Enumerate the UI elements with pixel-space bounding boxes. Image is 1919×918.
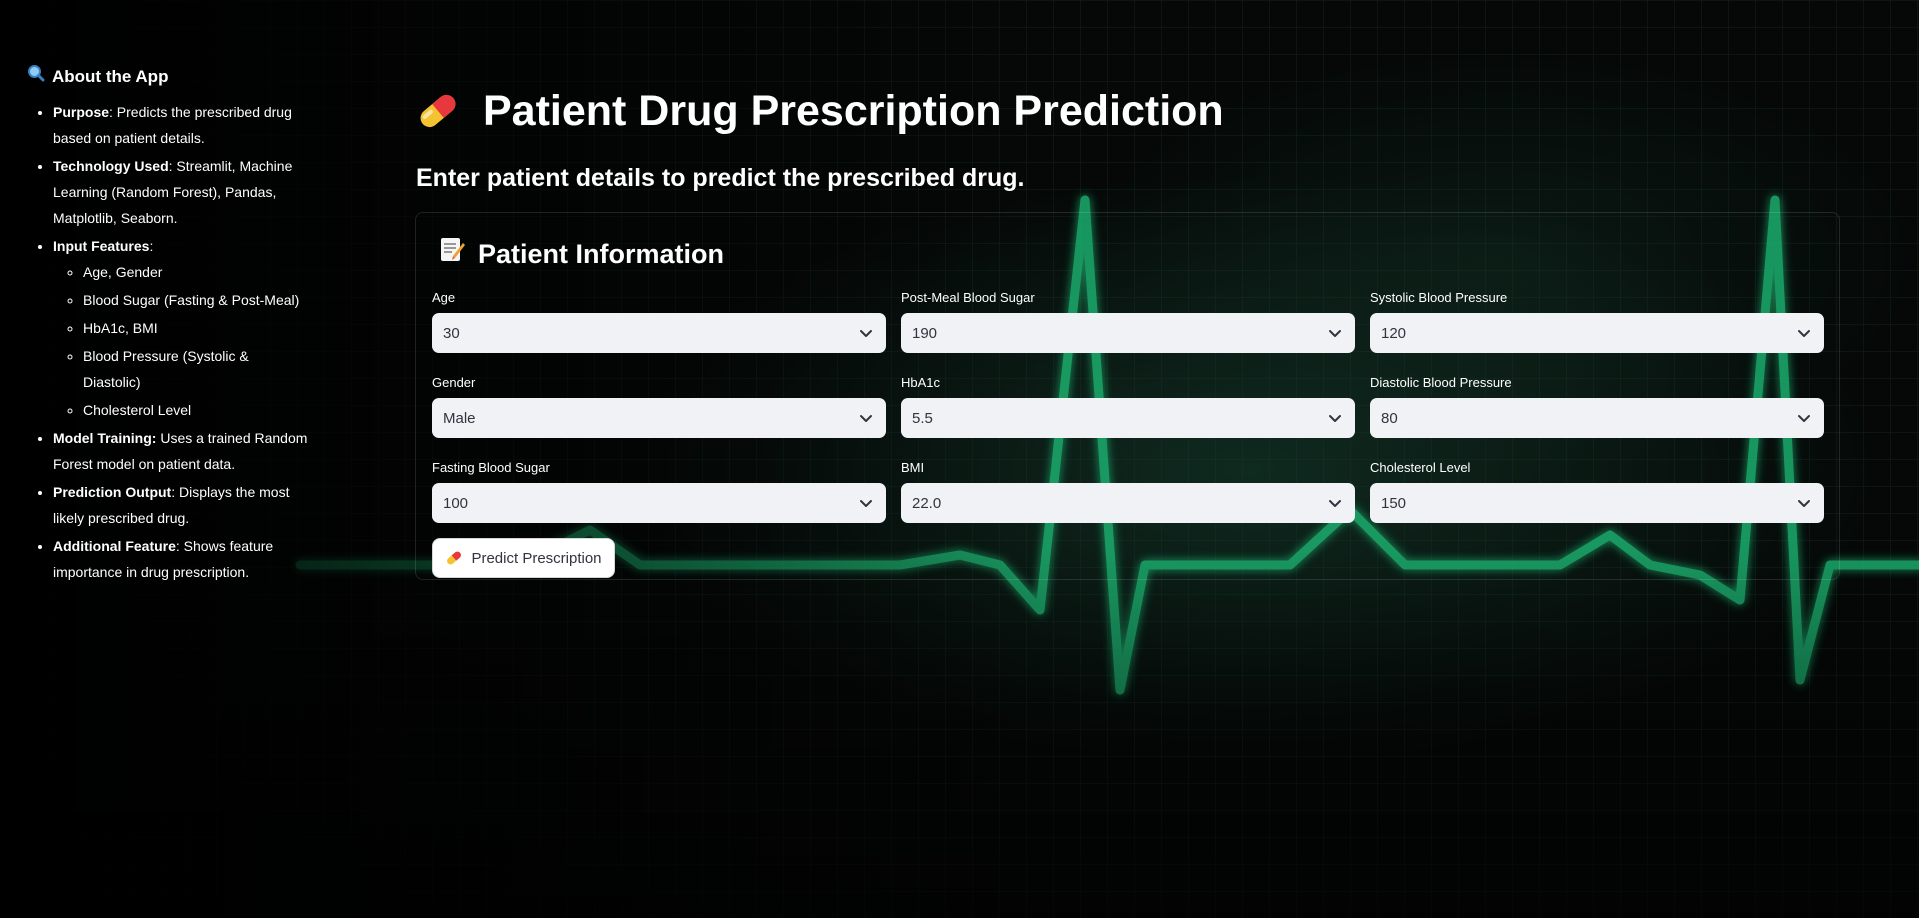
field-label: Systolic Blood Pressure (1370, 290, 1508, 305)
about-list: Purpose: Predicts the prescribed drug ba… (27, 99, 308, 585)
magnifier-icon (27, 64, 45, 89)
feature-item: Cholesterol Level (83, 397, 308, 423)
select-value: 190 (912, 324, 938, 342)
item-label: Model Training: (53, 430, 157, 446)
hba1c-field: HbA1c 5.5 (901, 374, 1355, 438)
chevron-down-icon (1798, 330, 1810, 337)
memo-icon (438, 235, 466, 273)
field-label: Fasting Blood Sugar (432, 460, 550, 475)
cholesterol-level-select[interactable]: 150 (1370, 483, 1824, 523)
diastolic-blood-pressure-select[interactable]: 80 (1370, 398, 1824, 438)
age-select[interactable]: 30 (432, 313, 886, 353)
select-value: 100 (443, 494, 469, 512)
main-content: Patient Drug Prescription Prediction Ent… (415, 0, 1840, 918)
list-item: Technology Used: Streamlit, Machine Lear… (53, 153, 308, 231)
item-text: : (149, 238, 154, 254)
gender-field: Gender Male (432, 374, 886, 438)
select-value: 120 (1381, 324, 1407, 342)
page-subheading: Enter patient details to predict the pre… (416, 164, 1025, 192)
feature-item: Blood Sugar (Fasting & Post-Meal) (83, 287, 308, 313)
item-label: Purpose (53, 104, 110, 120)
select-value: 22.0 (912, 494, 942, 512)
chevron-down-icon (1798, 500, 1810, 507)
chevron-down-icon (1329, 330, 1341, 337)
post-meal-blood-sugar-field: Post-Meal Blood Sugar 190 (901, 289, 1355, 353)
chevron-down-icon (860, 415, 872, 422)
sidebar-title-text: About the App (52, 66, 169, 86)
form-heading: Patient Information (438, 235, 724, 273)
features-list: Age, Gender Blood Sugar (Fasting & Post-… (53, 259, 308, 423)
field-label: Age (432, 290, 456, 305)
systolic-blood-pressure-select[interactable]: 120 (1370, 313, 1824, 353)
button-label: Predict Prescription (471, 549, 602, 567)
age-field: Age 30 (432, 289, 886, 353)
chevron-down-icon (860, 500, 872, 507)
list-item: Additional Feature: Shows feature import… (53, 533, 308, 585)
chevron-down-icon (860, 330, 872, 337)
field-label: BMI (901, 460, 925, 475)
gender-select[interactable]: Male (432, 398, 886, 438)
chevron-down-icon (1798, 415, 1810, 422)
systolic-blood-pressure-field: Systolic Blood Pressure 120 (1370, 289, 1824, 353)
pill-icon (447, 551, 462, 565)
chevron-down-icon (1329, 415, 1341, 422)
page-title: Patient Drug Prescription Prediction (415, 80, 1224, 142)
field-label: Diastolic Blood Pressure (1370, 375, 1512, 390)
pill-icon (420, 94, 456, 128)
sidebar-title: About the App (27, 64, 308, 89)
select-value: 150 (1381, 494, 1407, 512)
select-value: Male (443, 409, 476, 427)
select-value: 5.5 (912, 409, 933, 427)
select-value: 30 (443, 324, 460, 342)
sidebar: About the App Purpose: Predicts the pres… (0, 0, 330, 918)
feature-item: HbA1c, BMI (83, 315, 308, 341)
list-item: Model Training: Uses a trained Random Fo… (53, 425, 308, 477)
cholesterol-level-field: Cholesterol Level 150 (1370, 459, 1824, 523)
list-item: Input Features: Age, Gender Blood Sugar … (53, 233, 308, 423)
item-label: Technology Used (53, 158, 169, 174)
bmi-field: BMI 22.0 (901, 459, 1355, 523)
field-label: Post-Meal Blood Sugar (901, 290, 1035, 305)
post-meal-blood-sugar-select[interactable]: 190 (901, 313, 1355, 353)
fasting-blood-sugar-field: Fasting Blood Sugar 100 (432, 459, 886, 523)
item-label: Additional Feature (53, 538, 176, 554)
field-label: HbA1c (901, 375, 941, 390)
bmi-select[interactable]: 22.0 (901, 483, 1355, 523)
feature-item: Age, Gender (83, 259, 308, 285)
item-label: Input Features (53, 238, 150, 254)
chevron-down-icon (1329, 500, 1341, 507)
page-title-text: Patient Drug Prescription Prediction (483, 87, 1224, 135)
list-item: Purpose: Predicts the prescribed drug ba… (53, 99, 308, 151)
patient-form: Patient Information Age 30 Gender Male F… (415, 212, 1840, 580)
fasting-blood-sugar-select[interactable]: 100 (432, 483, 886, 523)
item-label: Prediction Output (53, 484, 172, 500)
list-item: Prediction Output: Displays the most lik… (53, 479, 308, 531)
predict-prescription-button[interactable]: Predict Prescription (432, 538, 615, 578)
field-label: Gender (432, 375, 476, 390)
field-label: Cholesterol Level (1370, 460, 1471, 475)
hba1c-select[interactable]: 5.5 (901, 398, 1355, 438)
select-value: 80 (1381, 409, 1398, 427)
diastolic-blood-pressure-field: Diastolic Blood Pressure 80 (1370, 374, 1824, 438)
form-heading-text: Patient Information (478, 239, 725, 269)
feature-item: Blood Pressure (Systolic & Diastolic) (83, 343, 308, 395)
